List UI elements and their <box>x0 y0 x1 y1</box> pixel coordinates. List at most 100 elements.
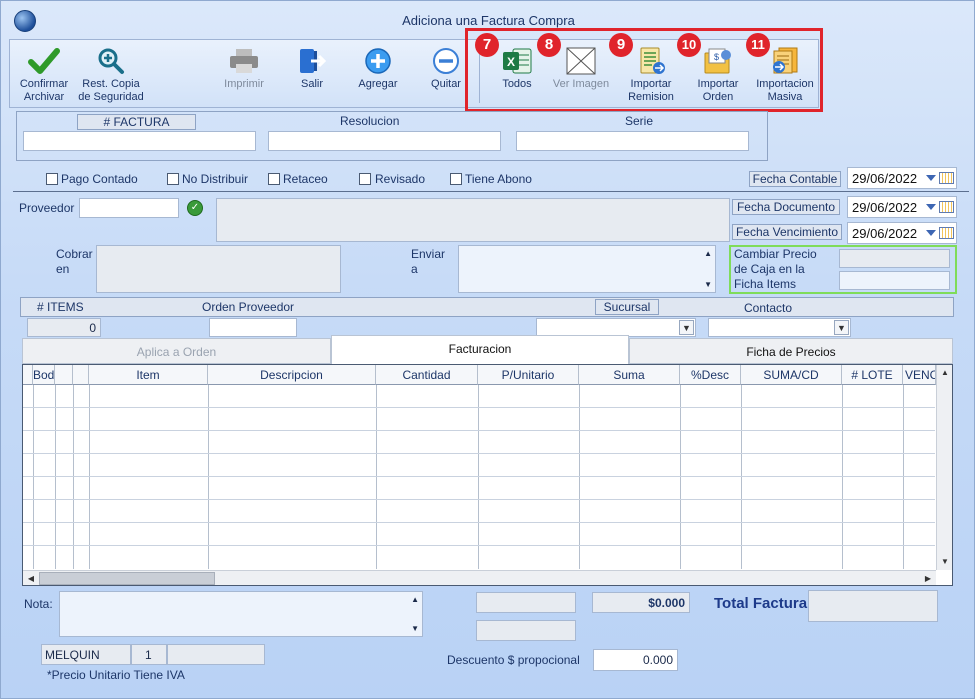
chevron-down-icon[interactable]: ▼ <box>679 320 694 335</box>
tab-ficha-precios[interactable]: Ficha de Precios <box>629 338 953 364</box>
fecha-contable-picker[interactable]: 29/06/2022 <box>847 167 957 189</box>
exit-door-icon <box>300 49 327 73</box>
scroll-up-icon[interactable]: ▲ <box>704 249 712 258</box>
no-distribuir-checkbox[interactable] <box>167 173 179 185</box>
grid-header-descripcion[interactable]: Descripcion <box>208 365 376 385</box>
badge-9: 9 <box>609 33 633 57</box>
user-number: 1 <box>131 644 167 665</box>
descuento-label: Descuento $ propocional <box>447 653 580 667</box>
invoice-window: Adiciona una Factura Compra Confirmar Ar… <box>0 0 975 699</box>
total-factura-label: Total Factura <box>714 595 808 612</box>
scroll-down-icon[interactable]: ▼ <box>411 624 419 633</box>
revisado-label: Revisado <box>375 172 426 186</box>
print-button[interactable]: Imprimir <box>217 47 271 91</box>
grid-header-col2[interactable] <box>55 365 73 385</box>
pago-contado-checkbox[interactable] <box>46 173 58 185</box>
grid-header-bodega[interactable]: Bodega <box>33 365 55 385</box>
enviar-label: Enviar a <box>411 247 446 276</box>
horizontal-scroll-thumb[interactable] <box>39 572 215 585</box>
tiene-abono-checkbox[interactable] <box>450 173 462 185</box>
orden-proveedor-input[interactable] <box>209 318 297 337</box>
grid-col-line <box>55 385 56 569</box>
retaceo-checkbox[interactable] <box>268 173 280 185</box>
grid-row-line <box>23 522 935 523</box>
checkmark-icon <box>28 48 60 74</box>
chevron-down-icon[interactable] <box>926 204 936 210</box>
proveedor-name-display <box>216 198 730 242</box>
scroll-up-icon[interactable]: ▲ <box>937 365 952 381</box>
restore-backup-label: Rest. Copia de Seguridad <box>78 78 144 103</box>
add-button[interactable]: Agregar <box>353 47 403 91</box>
exit-label: Salir <box>300 78 323 90</box>
proveedor-input[interactable] <box>79 198 179 218</box>
exit-button[interactable]: Salir <box>288 47 336 91</box>
items-grid[interactable]: Bodega Item Descripcion Cantidad P/Unita… <box>22 364 953 586</box>
calendar-icon[interactable] <box>939 172 954 184</box>
remove-button[interactable]: Quitar <box>422 47 470 91</box>
chevron-down-icon[interactable]: ▼ <box>834 320 849 335</box>
grid-col-line <box>680 385 681 569</box>
total-value: $0.000 <box>592 592 690 613</box>
tab-facturacion[interactable]: Facturacion <box>331 335 629 364</box>
resolucion-input[interactable] <box>268 131 501 151</box>
serie-label: Serie <box>625 114 654 128</box>
plus-circle-icon <box>365 48 391 74</box>
grid-col-line <box>842 385 843 569</box>
orden-proveedor-label: Orden Proveedor <box>202 300 295 314</box>
calendar-icon[interactable] <box>939 201 954 213</box>
confirm-archive-button[interactable]: Confirmar Archivar <box>13 47 75 104</box>
grid-vertical-scrollbar[interactable]: ▲ ▼ <box>936 365 952 570</box>
chevron-down-icon[interactable] <box>926 230 936 236</box>
scroll-left-icon[interactable]: ◀ <box>23 571 39 585</box>
grid-header-sumacd[interactable]: SUMA/CD <box>741 365 842 385</box>
magnifier-plus-icon <box>98 48 124 74</box>
grid-row-line <box>23 545 935 546</box>
grid-col-line <box>33 385 34 569</box>
nota-label: Nota: <box>24 597 53 611</box>
restore-backup-button[interactable]: Rest. Copia de Seguridad <box>77 47 145 104</box>
scroll-right-icon[interactable]: ▶ <box>920 571 936 585</box>
proveedor-ok-icon[interactable]: ✓ <box>187 200 203 216</box>
grid-header-cantidad[interactable]: Cantidad <box>376 365 478 385</box>
nota-textarea[interactable]: ▲ ▼ <box>59 591 423 637</box>
fecha-vencimiento-picker[interactable]: 29/06/2022 <box>847 222 957 244</box>
contacto-select[interactable]: ▼ <box>708 318 851 337</box>
badge-8: 8 <box>537 33 561 57</box>
fecha-contable-label: Fecha Contable <box>749 171 841 187</box>
fecha-documento-label: Fecha Documento <box>732 199 840 215</box>
grid-col-line <box>73 385 74 569</box>
fecha-documento-picker[interactable]: 29/06/2022 <box>847 196 957 218</box>
tab-aplica-orden[interactable]: Aplica a Orden <box>22 338 331 364</box>
grid-header-item[interactable]: Item <box>89 365 208 385</box>
grid-horizontal-scrollbar[interactable]: ◀ ▶ <box>23 570 936 585</box>
badge-7: 7 <box>475 33 499 57</box>
grid-row-line <box>23 430 935 431</box>
scroll-down-icon[interactable]: ▼ <box>704 280 712 289</box>
revisado-checkbox[interactable] <box>359 173 371 185</box>
items-count-label: # ITEMS <box>37 300 84 314</box>
user-name: MELQUIN <box>41 644 131 665</box>
calendar-icon[interactable] <box>939 227 954 239</box>
cambiar-precio-field-2[interactable] <box>839 271 950 290</box>
cobrar-display <box>96 245 341 293</box>
factura-label: # FACTURA <box>77 114 196 130</box>
scroll-up-icon[interactable]: ▲ <box>411 595 419 604</box>
grid-header-col3[interactable] <box>73 365 89 385</box>
grid-header-vence[interactable]: VENCE <box>903 365 936 385</box>
grid-header-punitario[interactable]: P/Unitario <box>478 365 579 385</box>
scroll-down-icon[interactable]: ▼ <box>937 554 952 570</box>
descuento-input[interactable]: 0.000 <box>593 649 678 671</box>
enviar-textarea[interactable]: ▲ ▼ <box>458 245 716 293</box>
section-divider <box>13 191 969 192</box>
chevron-down-icon[interactable] <box>926 175 936 181</box>
resolucion-label: Resolucion <box>340 114 400 128</box>
add-label: Agregar <box>358 78 398 90</box>
summary-field-1 <box>476 592 576 613</box>
grid-header-suma[interactable]: Suma <box>579 365 680 385</box>
fecha-documento-value: 29/06/2022 <box>852 200 918 215</box>
serie-input[interactable] <box>516 131 749 151</box>
grid-header-lote[interactable]: # LOTE <box>842 365 903 385</box>
grid-header-desc[interactable]: %Desc <box>680 365 741 385</box>
summary-field-2 <box>476 620 576 641</box>
factura-input[interactable] <box>23 131 256 151</box>
